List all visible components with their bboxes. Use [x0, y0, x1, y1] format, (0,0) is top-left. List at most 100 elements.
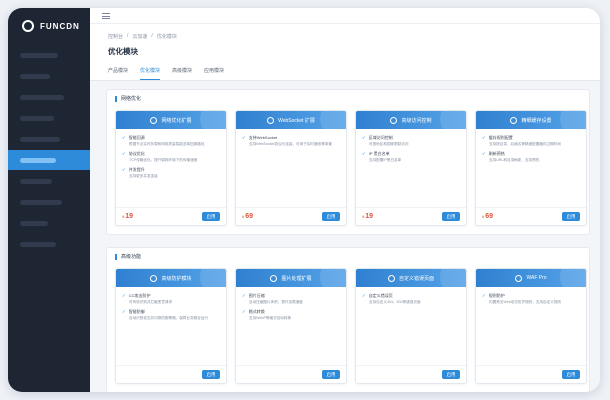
tab-3[interactable]: 高级模块 [172, 67, 192, 80]
breadcrumb: 控制台 / 云加速 / 优化模块 [90, 24, 600, 40]
sidebar-item-placeholder [20, 115, 54, 121]
module-section: 网络优化 网络优化扩展 ✓ 智能回源 根据节点实时负载和网络质量智能选择回源路径 ✓ 协议优… [106, 89, 590, 235]
card-grid: 网络优化扩展 ✓ 智能回源 根据节点实时负载和网络质量智能选择回源路径 ✓ 协议优化 TCP… [115, 110, 587, 226]
apply-button[interactable]: 启用 [202, 370, 220, 379]
sidebar-nav [8, 44, 90, 255]
sidebar-item[interactable] [8, 108, 90, 128]
feature-item: ✓ CC攻击防护 可有效识别并拦截恶意请求 [122, 293, 220, 305]
tab-1[interactable]: 产品模块 [108, 67, 128, 80]
card-title: WAF Pro [526, 275, 547, 281]
card-footer: 启用 [116, 365, 226, 383]
card-body: ✓ 图片压缩 自动压缩图片体积，提升加载速度 ✓ 格式转换 支持WebP等格式自动转换 [236, 287, 346, 365]
apply-button[interactable]: 启用 [322, 212, 340, 221]
page-title: 优化模块 [108, 47, 138, 56]
card-title: 高级访问控制 [401, 117, 432, 124]
check-icon: ✓ [122, 293, 126, 298]
module-card: 网络优化扩展 ✓ 智能回源 根据节点实时负载和网络质量智能选择回源路径 ✓ 协议优化 TCP… [115, 110, 227, 226]
card-footer: ¥69 启用 [476, 207, 586, 225]
feature-item: ✓ 缓存规则配置 支持按目录、后缀名等精细配置缓存过期时间 [482, 135, 580, 147]
check-icon: ✓ [122, 151, 126, 156]
feature-title: ✓ 支持WebSocket [242, 135, 340, 141]
feature-item: ✓ 支持WebSocket 支持WebSocket协议长连接，可用于实时通信等场景 [242, 135, 340, 147]
check-icon: ✓ [362, 135, 366, 140]
feature-description: 支持按目录、后缀名等精细配置缓存过期时间 [489, 142, 561, 146]
apply-button[interactable]: 启用 [202, 212, 220, 221]
feature-title: ✓ 自定义错误页 [362, 293, 460, 299]
card-title: WebSocket 扩展 [278, 117, 315, 124]
price: ¥69 [482, 213, 493, 220]
feature-title-text: 刷新预热 [488, 151, 505, 156]
feature-title: ✓ 协议优化 [122, 151, 220, 157]
card-footer: 启用 [236, 365, 346, 383]
check-icon: ✓ [122, 309, 126, 314]
sidebar-item-placeholder [20, 220, 48, 226]
feature-title: ✓ 格式转换 [242, 309, 340, 315]
sidebar: FUNCDN [8, 8, 90, 392]
feature-item: ✓ 自定义错误页 支持自定义404、502等错误页面 [362, 293, 460, 305]
apply-button[interactable]: 启用 [322, 370, 340, 379]
tab-2[interactable]: 优化模块 [140, 67, 161, 80]
feature-title-text: 规则防护 [488, 293, 505, 298]
card-footer: ¥69 启用 [236, 207, 346, 225]
breadcrumb-item[interactable]: 优化模块 [157, 33, 177, 40]
sidebar-item[interactable] [8, 192, 90, 212]
price-value: 69 [485, 213, 494, 220]
breadcrumb-item[interactable]: 控制台 [108, 33, 123, 40]
tab-bar: 产品模块 优化模块 高级模块 应用模块 [90, 57, 600, 81]
sidebar-item-placeholder [20, 136, 60, 142]
sidebar-item[interactable] [8, 45, 90, 65]
menu-icon[interactable] [102, 12, 110, 19]
sidebar-item-placeholder [20, 73, 50, 79]
sidebar-item[interactable] [8, 213, 90, 233]
module-card: 精细缓存设置 ✓ 缓存规则配置 支持按目录、后缀名等精细配置缓存过期时间 ✓ 刷新预热 支持… [475, 110, 587, 226]
card-header: 网络优化扩展 [116, 111, 226, 129]
main-area: 控制台 / 云加速 / 优化模块 优化模块 产品模块 优化模块 高级模块 应用模块 网络优化网… [90, 8, 600, 392]
sidebar-item-placeholder [20, 94, 64, 100]
feature-title-text: 智能回源 [128, 135, 145, 140]
card-body: ✓ 自定义错误页 支持自定义404、502等错误页面 [356, 287, 466, 365]
feature-title-text: 缓存规则配置 [488, 135, 513, 140]
price: ¥19 [122, 213, 133, 220]
feature-item: ✓ IP 黑白名单 支持配置IP黑白名单 [362, 151, 460, 163]
feature-title-text: CC攻击防护 [128, 293, 151, 298]
feature-item: ✓ 图片压缩 自动压缩图片体积，提升加载速度 [242, 293, 340, 305]
tab-4[interactable]: 应用模块 [204, 67, 224, 80]
apply-button[interactable]: 启用 [562, 212, 580, 221]
brand: FUNCDN [8, 8, 90, 44]
apply-button[interactable]: 启用 [442, 212, 460, 221]
sidebar-item[interactable] [8, 87, 90, 107]
card-title: 精细缓存设置 [521, 117, 552, 124]
module-card: 图片处理扩展 ✓ 图片压缩 自动压缩图片体积，提升加载速度 ✓ 格式转换 支持WebP等格式… [235, 268, 347, 384]
module-icon [267, 116, 275, 124]
feature-description: TCP传输优化，提升弱网环境下的传输速度 [129, 158, 198, 162]
module-icon [150, 274, 158, 282]
logo-icon [22, 20, 34, 32]
card-header: 精细缓存设置 [476, 111, 586, 129]
feature-description: 支持WebSocket协议长连接，可用于实时通信等场景 [249, 142, 332, 146]
card-header: WAF Pro [476, 269, 586, 287]
sidebar-item[interactable] [8, 150, 90, 170]
module-icon [270, 274, 278, 282]
feature-description: 支持配置IP黑白名单 [369, 158, 402, 162]
price: ¥19 [362, 213, 373, 220]
card-body: ✓ 智能回源 根据节点实时负载和网络质量智能选择回源路径 ✓ 协议优化 TCP传输优化，提… [116, 129, 226, 207]
feature-item: ✓ 并发提升 支持更多并发连接 [122, 167, 220, 179]
feature-title: ✓ 图片压缩 [242, 293, 340, 299]
sidebar-item[interactable] [8, 66, 90, 86]
sidebar-item[interactable] [8, 129, 90, 149]
sidebar-item-placeholder [20, 52, 58, 58]
breadcrumb-item[interactable]: 云加速 [132, 33, 147, 40]
feature-title: ✓ IP 黑白名单 [362, 151, 460, 157]
section-title: 高级功能 [115, 254, 581, 260]
module-icon [510, 116, 518, 124]
apply-button[interactable]: 启用 [442, 370, 460, 379]
sidebar-item[interactable] [8, 171, 90, 191]
module-icon [387, 274, 395, 282]
apply-button[interactable]: 启用 [562, 370, 580, 379]
card-title: 网络优化扩展 [161, 117, 192, 124]
module-card: WAF Pro ✓ 规则防护 内置常见Web攻击防护规则，支持自定义规则 启用 [475, 268, 587, 384]
check-icon: ✓ [482, 293, 486, 298]
sidebar-item[interactable] [8, 234, 90, 254]
card-footer: ¥19 启用 [356, 207, 466, 225]
content-area: 网络优化 网络优化扩展 ✓ 智能回源 根据节点实时负载和网络质量智能选择回源路径 ✓ 协议优… [90, 81, 600, 392]
